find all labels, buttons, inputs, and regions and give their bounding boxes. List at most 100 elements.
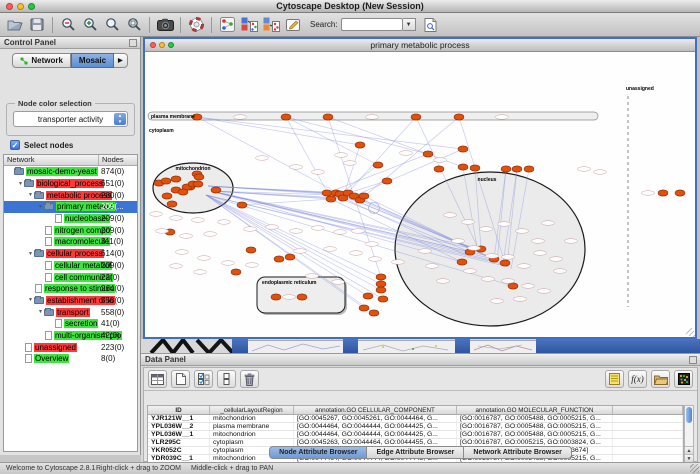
network-node[interactable] [658, 190, 668, 196]
network-node-label[interactable] [344, 161, 357, 166]
table-row[interactable]: YPL036W__1mitochondrion[GO:0044464, GO:0… [148, 431, 683, 439]
tree-item-overview[interactable]: Overview8(0) [4, 353, 137, 365]
zoom-button[interactable] [28, 3, 35, 10]
network-node[interactable] [274, 256, 284, 262]
network-node[interactable] [193, 181, 203, 187]
annotation-button[interactable] [282, 15, 304, 35]
network-node[interactable] [171, 176, 181, 182]
tab-network-attribute-browser[interactable]: Network Attribute Browser [464, 446, 571, 459]
network-node[interactable] [373, 162, 383, 168]
network-node-label[interactable] [244, 227, 257, 232]
tree-item-nucleobase-[interactable]: nucleobase-209(0) [4, 213, 137, 225]
network-node[interactable] [675, 190, 685, 196]
table-row[interactable]: YPL036W__2plasma membrane[GO:0044464, GO… [148, 423, 683, 431]
network-node-label[interactable] [266, 225, 279, 230]
network-node[interactable] [359, 305, 369, 311]
network-node-label[interactable] [294, 249, 307, 254]
network-node[interactable] [237, 202, 247, 208]
network-node-label[interactable] [283, 295, 296, 300]
zoom-out-button[interactable] [57, 15, 79, 35]
search-input[interactable] [341, 18, 403, 31]
background-window-sliver[interactable] [248, 340, 343, 353]
network-node-label[interactable] [542, 221, 555, 226]
tree-item-unassigned[interactable]: unassigned223(0) [4, 341, 137, 353]
network-node[interactable] [246, 247, 256, 253]
network-node-label[interactable] [502, 255, 515, 260]
network-node-label[interactable] [392, 260, 405, 265]
network-node-label[interactable] [498, 222, 511, 227]
unselect-attributes-button[interactable] [217, 370, 236, 388]
network-node-label[interactable] [437, 279, 450, 284]
tree-item-mosaic-demo-yeast[interactable]: mosaic-demo-yeast874(0) [4, 166, 137, 178]
select-nodes-checkbox[interactable]: ✓ [10, 140, 20, 150]
network-node-label[interactable] [150, 212, 163, 217]
network-view-window[interactable]: primary metabolic process plasma membran… [143, 37, 697, 339]
network-node-label[interactable] [502, 279, 515, 284]
network-node-label[interactable] [426, 264, 439, 269]
table-row[interactable]: YJR121W__1mitochondrion[GO:0045267, GO:0… [148, 415, 683, 423]
background-window-sliver[interactable] [358, 340, 455, 353]
network-node[interactable] [524, 166, 534, 172]
network-node-label[interactable] [198, 256, 211, 261]
expand-arrow-icon[interactable]: ▼ [37, 204, 44, 210]
network-node-label[interactable] [369, 257, 382, 262]
tree-item-biological-process[interactable]: ▼biological_process651(0) [4, 178, 137, 190]
tree-item-secretion[interactable]: secretion41(0) [4, 318, 137, 330]
network-canvas[interactable]: plasma membranecytoplasmmitochondrionnuc… [145, 52, 695, 337]
new-attribute-button[interactable] [171, 370, 190, 388]
network-node[interactable] [382, 178, 392, 184]
network-node[interactable] [508, 283, 518, 289]
column-header[interactable]: annotation.GO CELLULAR_COMPONENT [294, 406, 457, 414]
snapshot-button[interactable] [154, 15, 176, 35]
network-node-label[interactable] [486, 254, 499, 259]
tree-item-establishment-of-lo[interactable]: ▼establishment of lo558(0) [4, 295, 137, 307]
attribute-table-button[interactable] [148, 370, 167, 388]
network-node[interactable] [434, 166, 444, 172]
tree-item-response-to-stimulu[interactable]: response to stimulu264(0) [4, 283, 137, 295]
network-node[interactable] [167, 201, 177, 207]
network-node-label[interactable] [516, 229, 529, 234]
tab-network[interactable]: Network [12, 53, 71, 68]
network-node[interactable] [378, 296, 388, 302]
tree-item-metabolic-process[interactable]: ▼metabolic process280(0) [4, 189, 137, 201]
network-node-label[interactable] [256, 156, 269, 161]
import-vizmap-button[interactable] [238, 15, 260, 35]
network-node-label[interactable] [366, 115, 379, 120]
network-node-label[interactable] [468, 246, 481, 251]
tab-mosaic[interactable]: Mosaic [71, 53, 114, 68]
network-node-label[interactable] [534, 251, 547, 256]
network-node-label[interactable] [496, 115, 509, 120]
network-node[interactable] [161, 178, 171, 184]
network-node-label[interactable] [578, 167, 591, 172]
network-node[interactable] [363, 293, 373, 299]
network-node[interactable] [369, 310, 379, 316]
network-node-label[interactable] [306, 274, 319, 279]
network-node[interactable] [500, 260, 510, 266]
network-node[interactable] [359, 193, 369, 199]
network-node-label[interactable] [491, 299, 504, 304]
network-node-label[interactable] [246, 263, 259, 268]
network-node-label[interactable] [538, 289, 551, 294]
tree-item-cellular-metabol[interactable]: cellular metabol209(0) [4, 260, 137, 272]
network-node-label[interactable] [335, 153, 348, 158]
save-session-button[interactable] [26, 15, 48, 35]
column-header[interactable]: ID [148, 406, 210, 414]
tab-edge-attribute-browser[interactable]: Edge Attribute Browser [367, 446, 464, 459]
network-node-label[interactable] [419, 249, 432, 254]
network-node-label[interactable] [400, 151, 413, 156]
network-node-label[interactable] [312, 226, 325, 231]
network-node[interactable] [376, 281, 386, 287]
network-node-label[interactable] [332, 280, 345, 285]
network-node-label[interactable] [464, 269, 477, 274]
expand-arrow-icon[interactable]: ▼ [27, 297, 34, 303]
network-window-controls[interactable] [150, 42, 174, 48]
nodes-column-header[interactable]: Nodes [99, 155, 124, 165]
network-node[interactable] [271, 294, 281, 300]
network-node[interactable] [411, 114, 421, 120]
tab-node-attribute-browser[interactable]: Node Attribute Browser [269, 446, 367, 459]
tree-item-nitrogen-compo[interactable]: nitrogen compo209(0) [4, 224, 137, 236]
minimize-button[interactable] [159, 42, 165, 48]
node-color-dropdown[interactable]: transporter activity ▲▼ [13, 111, 128, 127]
network-node-label[interactable] [290, 229, 303, 234]
background-window-sliver[interactable] [470, 340, 536, 353]
